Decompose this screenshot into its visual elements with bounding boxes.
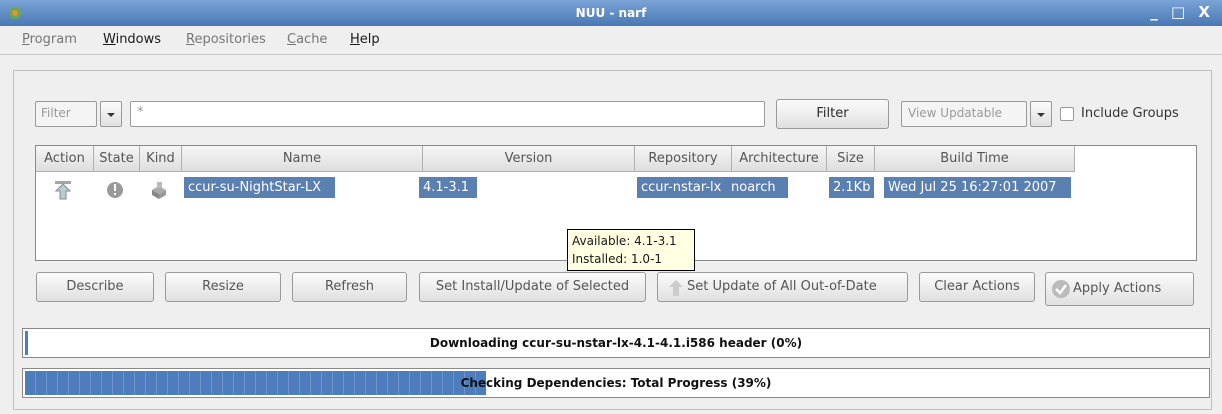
column-header-repository[interactable]: Repository: [635, 146, 732, 172]
menu-repositories[interactable]: Repositories: [186, 32, 266, 47]
cell-architecture: noarch: [726, 177, 788, 198]
check-circle-icon: [1052, 280, 1070, 298]
apply-actions-label: Apply Actions: [1073, 281, 1162, 296]
column-header-architecture[interactable]: Architecture: [732, 146, 827, 172]
total-progress-bar: Checking Dependencies: Total Progress (3…: [22, 368, 1210, 398]
include-groups-checkbox[interactable]: [1060, 107, 1074, 121]
chevron-down-icon: [1037, 113, 1045, 117]
arrow-up-icon: [669, 280, 683, 296]
column-header-name[interactable]: Name: [182, 146, 423, 172]
menu-program[interactable]: Program: [22, 32, 77, 47]
column-header-kind[interactable]: Kind: [140, 146, 182, 172]
menu-windows[interactable]: Windows: [103, 32, 161, 47]
apply-actions-button[interactable]: Apply Actions: [1045, 272, 1194, 306]
describe-button[interactable]: Describe: [36, 272, 154, 302]
cell-size: 2.1Kb: [829, 177, 874, 198]
cell-repository: ccur-nstar-lx: [637, 177, 728, 198]
download-progress-text: Downloading ccur-su-nstar-lx-4.1-4.1.i58…: [429, 336, 803, 350]
filter-field-value: Filter: [41, 106, 71, 120]
clear-actions-button[interactable]: Clear Actions: [919, 272, 1035, 302]
minimize-button[interactable]: _: [1150, 3, 1162, 21]
filter-field-combo[interactable]: Filter: [35, 101, 97, 127]
cell-name: ccur-su-NightStar-LX: [184, 177, 335, 198]
window-title: NUU - narf: [575, 6, 647, 20]
chevron-down-icon: [107, 113, 115, 117]
refresh-button[interactable]: Refresh: [292, 272, 407, 302]
include-groups-label: Include Groups: [1081, 106, 1179, 121]
tooltip-available: Available: 4.1-3.1: [572, 234, 677, 248]
title-bar: NUU - narf _ □ X: [0, 0, 1222, 26]
warning-state-icon: [107, 182, 123, 198]
column-header-action[interactable]: Action: [36, 146, 94, 172]
resize-button[interactable]: Resize: [165, 272, 281, 302]
cell-build-time: Wed Jul 25 16:27:01 2007: [884, 177, 1071, 198]
close-button[interactable]: X: [1198, 3, 1214, 21]
menu-help[interactable]: Help: [350, 32, 380, 47]
maximize-button[interactable]: □: [1171, 3, 1189, 21]
view-value: View Updatable: [908, 106, 1003, 120]
tooltip-installed: Installed: 1.0-1: [572, 252, 663, 266]
filter-pattern-text: *: [137, 105, 144, 120]
menu-cache[interactable]: Cache: [287, 32, 327, 47]
package-kind-icon: [152, 182, 166, 199]
cell-version: 4.1-3.1: [419, 177, 477, 198]
set-update-all-label: Set Update of All Out-of-Date: [687, 279, 877, 294]
menu-bar: Program Windows Repositories Cache Help: [0, 26, 1222, 55]
version-tooltip: Available: 4.1-3.1 Installed: 1.0-1: [567, 229, 695, 271]
set-install-selected-button[interactable]: Set Install/Update of Selected: [419, 272, 646, 302]
download-progress-bar: Downloading ccur-su-nstar-lx-4.1-4.1.i58…: [22, 328, 1210, 358]
column-header-state[interactable]: State: [94, 146, 140, 172]
total-progress-text: Checking Dependencies: Total Progress (3…: [460, 376, 772, 390]
view-combo[interactable]: View Updatable: [901, 101, 1027, 127]
set-update-all-button[interactable]: Set Update of All Out-of-Date: [657, 272, 908, 302]
column-header-build-time[interactable]: Build Time: [875, 146, 1075, 172]
column-header-version[interactable]: Version: [423, 146, 635, 172]
filter-button[interactable]: Filter: [776, 99, 889, 129]
update-action-icon[interactable]: [52, 179, 74, 201]
view-dropdown[interactable]: [1030, 101, 1052, 127]
filter-pattern-input[interactable]: *: [130, 101, 765, 127]
filter-field-dropdown[interactable]: [100, 101, 122, 127]
column-header-size[interactable]: Size: [827, 146, 875, 172]
